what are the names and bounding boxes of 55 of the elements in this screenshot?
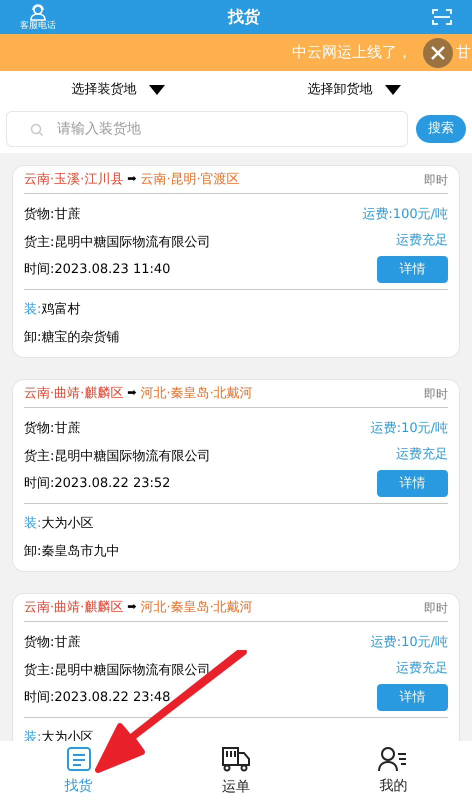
freight-status: 运费充足 <box>396 232 448 250</box>
freight-rate: 运费:10元/吨 <box>370 420 448 438</box>
route-arrow: ➡ <box>127 599 136 616</box>
page-title: 找货 <box>228 6 260 28</box>
time-text: 时间:2023.08.22 23:52 <box>24 475 172 493</box>
freight-rate: 运费:100元/吨 <box>362 206 448 224</box>
origin-text: 云南·曲靖·麒麟区 <box>24 598 124 617</box>
dropdown-triangle-icon <box>148 85 164 95</box>
nav-tab[interactable]: 运单 <box>157 741 315 801</box>
search-field[interactable]: 请输入装货地 <box>6 111 408 147</box>
customer-service-button[interactable]: 客服电话 <box>20 3 56 31</box>
unloading-place: 卸:秦皇岛市九中 <box>24 542 120 560</box>
close-button[interactable] <box>423 38 453 68</box>
destination-text: 云南·昆明·官渡区 <box>140 170 240 189</box>
nav-tab[interactable]: 找货 <box>0 741 158 801</box>
banner-text: 甘 <box>456 42 471 64</box>
cargo-text: 货物:甘蔗 <box>24 206 82 224</box>
freight-rate: 运费:10元/吨 <box>370 634 448 652</box>
nav-tab[interactable]: 我的 <box>314 741 472 801</box>
details-button[interactable]: 详情 <box>377 256 448 283</box>
search-icon <box>30 123 43 136</box>
cargo-text: 货物:甘蔗 <box>24 420 82 438</box>
freight-status: 运费充足 <box>396 446 448 464</box>
details-button[interactable]: 详情 <box>377 684 448 711</box>
time-text: 时间:2023.08.23 11:40 <box>24 261 172 279</box>
user-list-icon <box>378 746 408 772</box>
location-dropdown[interactable]: 选择卸货地 <box>236 80 472 100</box>
order-type: 即时 <box>424 600 448 616</box>
order-type: 即时 <box>424 386 448 402</box>
loading-place: 装:大为小区 <box>24 515 94 533</box>
close-icon <box>430 45 446 61</box>
cargo-text: 货物:甘蔗 <box>24 634 82 652</box>
origin-text: 云南·玉溪·江川县 <box>24 170 124 189</box>
destination-text: 河北·秦皇岛·北戴河 <box>140 384 253 403</box>
scan-icon[interactable] <box>432 8 452 26</box>
dropdown-triangle-icon <box>384 85 400 95</box>
shipper-text: 货主:昆明中糖国际物流有限公司 <box>24 234 212 252</box>
banner-text: 中云网运上线了， <box>292 42 412 64</box>
location-dropdown[interactable]: 选择装货地 <box>0 80 236 100</box>
shipper-text: 货主:昆明中糖国际物流有限公司 <box>24 448 212 466</box>
loading-place: 装:鸡富村 <box>24 301 82 319</box>
order-type: 即时 <box>424 172 448 188</box>
truck-icon <box>220 744 251 772</box>
headset-person-icon <box>28 3 48 21</box>
unloading-place: 卸:糖宝的杂货铺 <box>24 328 120 346</box>
route-arrow: ➡ <box>127 171 136 188</box>
list-icon <box>66 746 92 772</box>
origin-text: 云南·曲靖·麒麟区 <box>24 384 124 403</box>
customer-service-label: 客服电话 <box>20 22 56 31</box>
route-arrow: ➡ <box>127 385 136 402</box>
freight-status: 运费充足 <box>396 660 448 678</box>
search-button[interactable]: 搜索 <box>416 115 466 143</box>
destination-text: 河北·秦皇岛·北戴河 <box>140 598 253 617</box>
time-text: 时间:2023.08.22 23:48 <box>24 689 172 707</box>
details-button[interactable]: 详情 <box>377 470 448 497</box>
